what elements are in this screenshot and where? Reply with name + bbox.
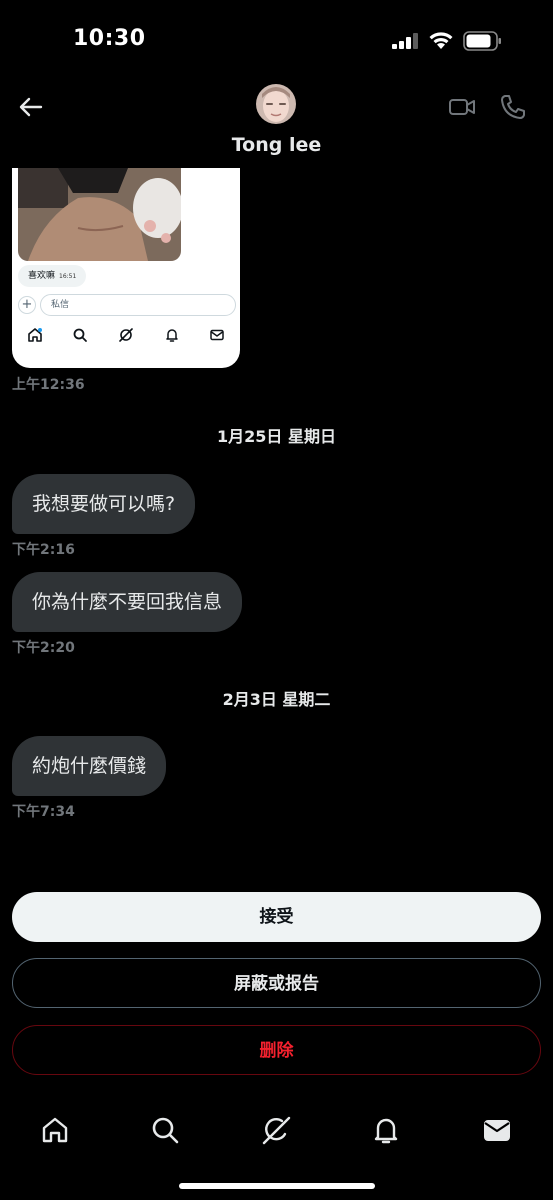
- screenshot-home-icon: [28, 328, 42, 342]
- home-icon[interactable]: [35, 1110, 75, 1150]
- screenshot-chat-bubble: 喜欢嘛 16:51: [18, 265, 87, 287]
- conversation-header: Tong lee: [0, 80, 553, 170]
- video-call-icon[interactable]: [447, 92, 477, 122]
- battery-icon: [463, 31, 501, 51]
- screenshot-search-icon: [73, 328, 87, 342]
- screenshot-mail-icon: [210, 329, 224, 341]
- contact-name[interactable]: Tong lee: [0, 134, 553, 156]
- delete-button[interactable]: 删除: [12, 1025, 541, 1075]
- shared-screenshot-image[interactable]: 喜欢嘛 16:51 + 私信: [12, 168, 240, 368]
- message-timestamp: 上午12:36: [12, 377, 85, 393]
- screenshot-nav-bar: [12, 324, 240, 346]
- messages-icon[interactable]: [477, 1110, 517, 1150]
- screenshot-plus-icon: +: [18, 296, 36, 314]
- screenshot-message-input: 私信: [40, 294, 236, 316]
- screenshot-bubble-text: 喜欢嘛: [28, 271, 56, 281]
- received-message-bubble[interactable]: 約炮什麼價錢: [12, 736, 167, 796]
- wifi-icon: [429, 32, 453, 49]
- date-separator: 1月25日 星期日: [217, 427, 336, 446]
- block-or-report-button[interactable]: 屏蔽或报告: [12, 958, 541, 1008]
- avatar[interactable]: [256, 84, 296, 124]
- message-timestamp: 下午2:20: [12, 640, 75, 656]
- photo-thumbnail: [18, 168, 181, 261]
- screenshot-bell-icon: [166, 329, 178, 342]
- phone-call-icon[interactable]: [498, 92, 528, 122]
- notifications-icon[interactable]: [366, 1110, 406, 1150]
- received-message-bubble[interactable]: 我想要做可以嗎?: [12, 474, 196, 534]
- message-timestamp: 下午7:34: [12, 804, 75, 820]
- screenshot-bubble-time: 16:51: [59, 273, 77, 280]
- screenshot-grok-icon: [119, 328, 133, 342]
- received-message-bubble[interactable]: 你為什麼不要回我信息: [12, 572, 243, 632]
- home-indicator[interactable]: [179, 1183, 375, 1189]
- date-separator: 2月3日 星期二: [222, 690, 331, 709]
- status-bar: 10:30: [0, 0, 553, 80]
- status-time: 10:30: [73, 26, 146, 51]
- screenshot-input-row: + 私信: [18, 294, 236, 316]
- back-arrow-icon[interactable]: [16, 92, 46, 122]
- accept-button[interactable]: 接受: [12, 892, 541, 942]
- bottom-tab-bar: [0, 1100, 553, 1160]
- cellular-signal-icon: [392, 33, 418, 49]
- grok-icon[interactable]: [256, 1110, 296, 1150]
- message-timestamp: 下午2:16: [12, 542, 75, 558]
- search-icon[interactable]: [145, 1110, 185, 1150]
